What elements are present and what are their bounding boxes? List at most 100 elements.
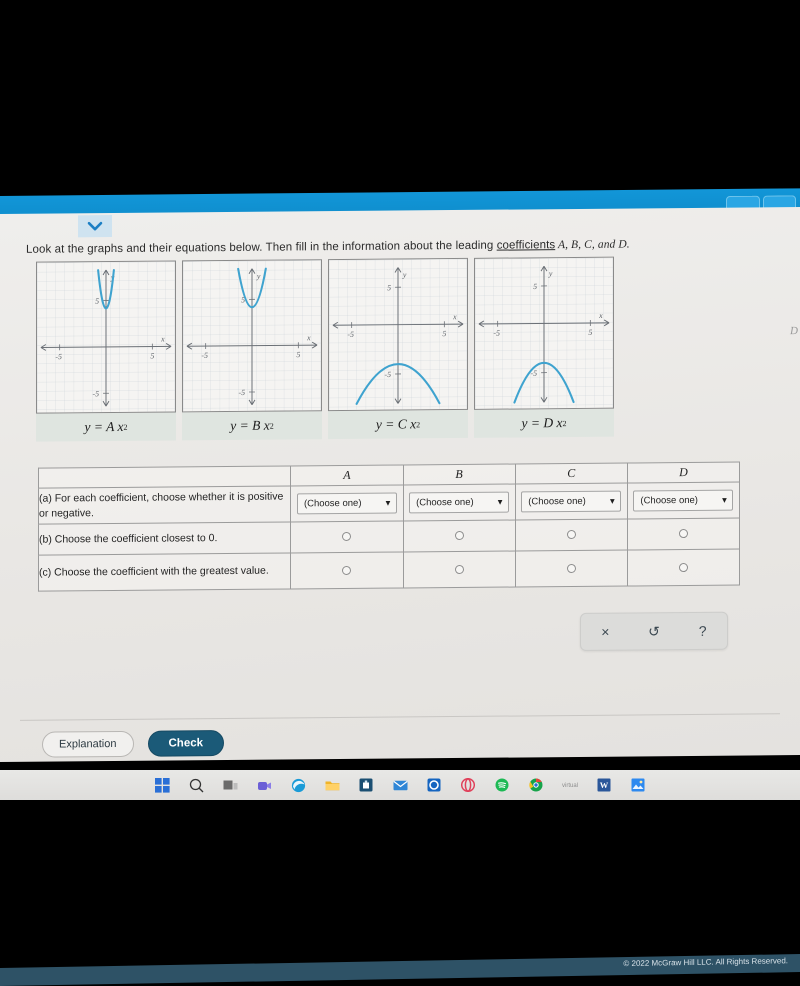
svg-text:5: 5	[442, 329, 446, 338]
cell-c-c	[515, 550, 627, 587]
chevron-down-icon: ▼	[384, 499, 392, 508]
task-view-icon[interactable]	[221, 776, 239, 794]
svg-text:5: 5	[95, 297, 99, 306]
svg-text:-5: -5	[93, 389, 100, 398]
dropdown-coefficient-d[interactable]: (Choose one) ▼	[633, 490, 733, 512]
dropdown-coefficient-b[interactable]: (Choose one) ▼	[409, 492, 509, 514]
chevron-down-icon[interactable]	[78, 215, 112, 237]
graph-equation-b: y = B x2	[182, 411, 322, 440]
svg-text:x: x	[160, 334, 165, 343]
radio-greatest-value-a[interactable]	[342, 565, 351, 574]
check-button[interactable]: Check	[148, 730, 225, 757]
app-icon[interactable]: virtual	[561, 776, 579, 794]
graph-plot-c: -5 5 5 -5 x y	[328, 258, 468, 411]
graph-equation-b-exp: 2	[270, 421, 274, 430]
word-icon[interactable]: W	[595, 776, 613, 794]
radio-closest-zero-c[interactable]	[567, 530, 576, 539]
cell-a-c: (Choose one) ▼	[515, 483, 627, 520]
dropdown-coefficient-c[interactable]: (Choose one) ▼	[521, 491, 621, 513]
svg-text:-5: -5	[239, 388, 246, 397]
graph-equation-a-exp: 2	[123, 422, 127, 431]
chevron-down-icon: ▼	[496, 498, 504, 507]
radio-closest-zero-a[interactable]	[342, 532, 351, 541]
table-header-blank	[39, 466, 291, 488]
outlook-icon[interactable]	[425, 776, 443, 794]
copyright-text: © 2022 McGraw Hill LLC. All Rights Reser…	[623, 956, 788, 968]
svg-text:-5: -5	[55, 352, 62, 361]
screen-photo: Look at the graphs and their equations b…	[0, 0, 800, 800]
graph-equation-c: y = C x2	[328, 410, 468, 439]
table-header-d: D	[627, 462, 739, 483]
svg-text:5: 5	[150, 351, 154, 360]
explanation-button[interactable]: Explanation	[42, 731, 134, 758]
row-label-b: (b) Choose the coefficient closest to 0.	[39, 522, 291, 555]
row-label-c: (c) Choose the coefficient with the grea…	[39, 553, 291, 591]
edge-icon[interactable]	[289, 776, 307, 794]
question-prompt: Look at the graphs and their equations b…	[26, 237, 766, 255]
cutoff-label: D	[790, 325, 798, 337]
windows-taskbar: virtual W	[0, 770, 800, 800]
undo-button[interactable]: ↺	[637, 618, 671, 644]
cell-a-a: (Choose one) ▼	[291, 485, 403, 522]
svg-text:5: 5	[296, 350, 300, 359]
table-header-b: B	[403, 464, 515, 485]
dropdown-b-value: (Choose one)	[416, 497, 474, 509]
dropdown-a-value: (Choose one)	[304, 498, 362, 510]
help-button[interactable]: ?	[686, 618, 720, 644]
graph-card-b: -5 5 5 -5 x y y = B x2	[182, 259, 322, 440]
search-icon[interactable]	[187, 776, 205, 794]
svg-text:x: x	[598, 311, 603, 320]
svg-text:5: 5	[533, 282, 537, 291]
photos-icon[interactable]	[629, 776, 647, 794]
table-header-c: C	[515, 463, 627, 484]
start-icon[interactable]	[153, 776, 171, 794]
svg-text:-5: -5	[385, 370, 392, 379]
utility-toolbar: × ↺ ?	[580, 612, 728, 651]
microsoft-store-icon[interactable]	[357, 776, 375, 794]
table-row-c: (c) Choose the coefficient with the grea…	[39, 549, 740, 591]
graph-plot-b: -5 5 5 -5 x y	[182, 259, 322, 412]
graph-plot-d: -5 5 5 -5 x y	[474, 257, 614, 410]
black-letterbox	[0, 0, 800, 196]
copyright-strip: © 2022 McGraw Hill LLC. All Rights Reser…	[0, 954, 800, 986]
spotify-icon[interactable]	[493, 776, 511, 794]
clear-button[interactable]: ×	[588, 619, 622, 645]
graph-equation-a: y = A x2	[36, 412, 176, 441]
coefficients-link[interactable]: coefficients	[497, 239, 556, 252]
radio-greatest-value-b[interactable]	[455, 564, 464, 573]
svg-text:x: x	[452, 312, 457, 321]
dropdown-coefficient-a[interactable]: (Choose one) ▼	[297, 493, 397, 515]
table-row-a: (a) For each coefficient, choose whether…	[39, 482, 740, 524]
graph-equation-a-text: y = A x	[85, 419, 124, 435]
radio-greatest-value-c[interactable]	[567, 563, 576, 572]
lesson-page: Look at the graphs and their equations b…	[0, 207, 800, 762]
graph-card-c: -5 5 5 -5 x y y = C x2	[328, 258, 468, 439]
graph-equation-c-exp: 2	[416, 420, 420, 429]
radio-closest-zero-d[interactable]	[679, 529, 688, 538]
prompt-text-lead: Look at the graphs and their equations b…	[26, 240, 497, 256]
mail-icon[interactable]	[391, 776, 409, 794]
graph-equation-d-exp: 2	[562, 419, 566, 428]
svg-text:virtual: virtual	[562, 783, 578, 789]
svg-text:-5: -5	[347, 330, 354, 339]
cell-a-b: (Choose one) ▼	[403, 484, 515, 521]
svg-text:y: y	[548, 269, 553, 278]
cell-b-c	[515, 519, 627, 551]
cell-b-b	[403, 520, 515, 552]
graph-plot-a: -5 5 5 -5 x y	[36, 260, 176, 413]
radio-greatest-value-d[interactable]	[679, 562, 688, 571]
answer-table: A B C D (a) For each coefficient, choose…	[38, 462, 740, 592]
svg-text:-5: -5	[493, 329, 500, 338]
radio-closest-zero-b[interactable]	[455, 531, 464, 540]
teams-icon[interactable]	[255, 776, 273, 794]
chrome-icon[interactable]	[527, 776, 545, 794]
opera-icon[interactable]	[459, 776, 477, 794]
graph-card-d: -5 5 5 -5 x y y = D x2	[474, 257, 614, 438]
file-explorer-icon[interactable]	[323, 776, 341, 794]
svg-text:5: 5	[588, 328, 592, 337]
graph-equation-b-text: y = B x	[230, 418, 269, 434]
cell-a-d: (Choose one) ▼	[627, 482, 739, 519]
svg-text:y: y	[402, 270, 407, 279]
graph-card-a: -5 5 5 -5 x y y = A x2	[36, 260, 176, 441]
svg-text:-5: -5	[201, 351, 208, 360]
